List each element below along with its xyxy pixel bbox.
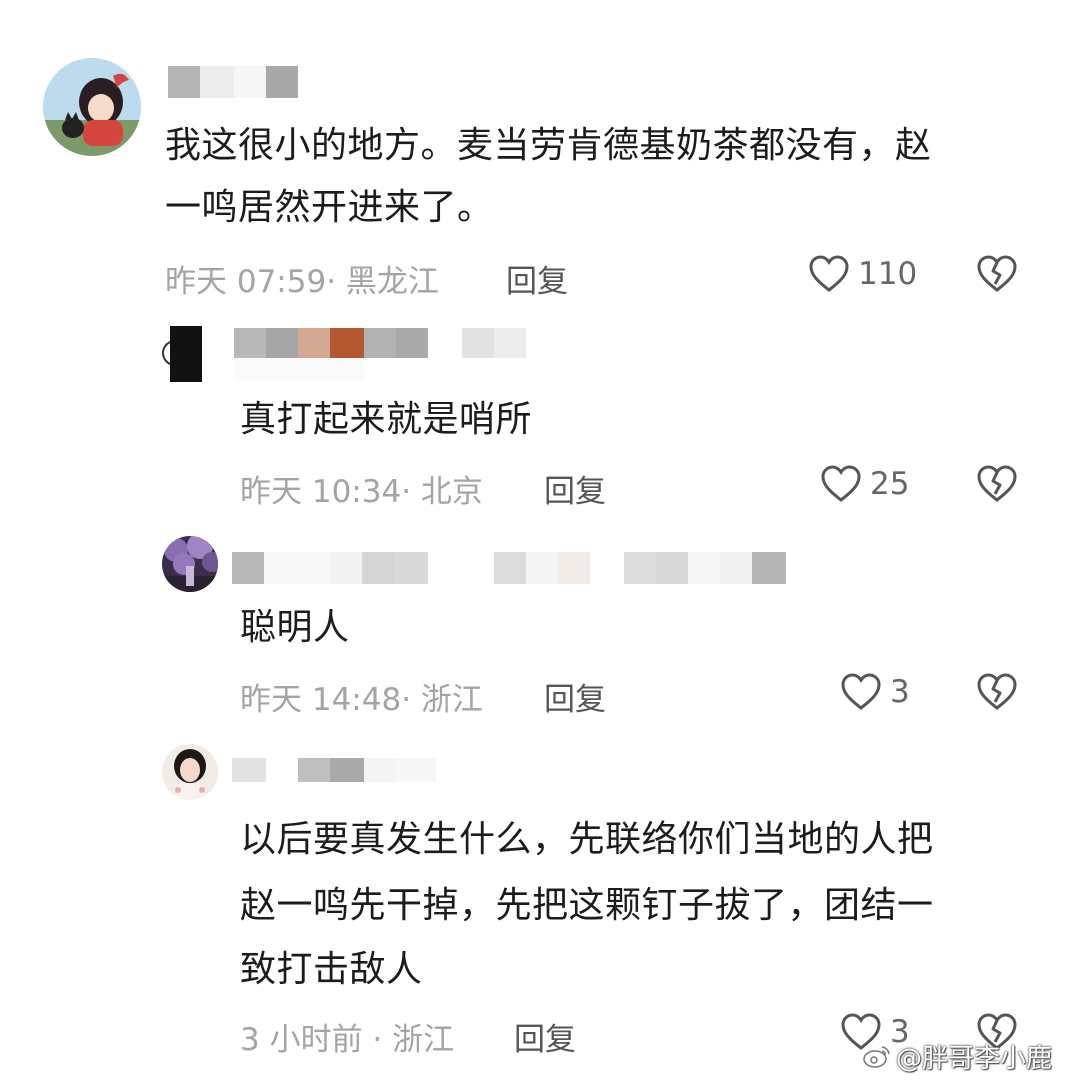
comment-meta: 昨天 10:34· 北京 — [240, 474, 483, 510]
like-count: 3 — [890, 674, 910, 710]
dislike-button[interactable] — [976, 464, 1018, 508]
comment-text-line: 我这很小的地方。麦当劳肯德基奶茶都没有，赵 — [165, 125, 932, 166]
like-count: 110 — [858, 256, 918, 292]
heart-outline-icon — [809, 255, 849, 292]
avatar[interactable] — [43, 58, 141, 156]
comment-meta: 昨天 14:48· 浙江 — [240, 682, 483, 718]
comment-text-line: 聪明人 — [240, 607, 350, 648]
avatar[interactable] — [162, 536, 218, 592]
like-button[interactable]: 110 — [808, 254, 917, 294]
dislike-button[interactable] — [976, 254, 1018, 298]
reply-button[interactable]: 回复 — [506, 256, 568, 301]
watermark-text: @胖哥李小鹿 — [896, 1043, 1053, 1074]
comment-text-line: 赵一鸣先干掉，先把这颗钉子拔了，团结一 — [240, 885, 934, 926]
comment-text-line: 致打击敌人 — [240, 949, 423, 990]
broken-heart-icon — [977, 255, 1017, 292]
watermark: @胖哥李小鹿 — [862, 1036, 1052, 1076]
weibo-logo-icon — [863, 1046, 890, 1068]
comment-text-line: 一鸣居然开进来了。 — [165, 187, 494, 228]
heart-outline-icon — [821, 465, 861, 502]
avatar[interactable] — [162, 326, 202, 382]
like-button[interactable]: 25 — [820, 464, 909, 504]
reply-button[interactable]: 回复 — [544, 466, 606, 511]
like-count: 25 — [870, 466, 910, 502]
reply-button[interactable]: 回复 — [514, 1014, 576, 1059]
comment-text-line: 真打起来就是哨所 — [240, 399, 533, 440]
heart-outline-icon — [841, 673, 881, 710]
reply-button[interactable]: 回复 — [544, 674, 606, 719]
like-button[interactable]: 3 — [840, 672, 910, 712]
comment-meta: 昨天 07:59· 黑龙江 — [165, 264, 439, 300]
comment-text-line: 以后要真发生什么，先联络你们当地的人把 — [240, 819, 934, 860]
broken-heart-icon — [977, 465, 1017, 502]
dislike-button[interactable] — [976, 672, 1018, 716]
broken-heart-icon — [977, 673, 1017, 710]
comment-meta: 3 小时前 · 浙江 — [240, 1022, 455, 1058]
avatar[interactable] — [162, 744, 218, 800]
